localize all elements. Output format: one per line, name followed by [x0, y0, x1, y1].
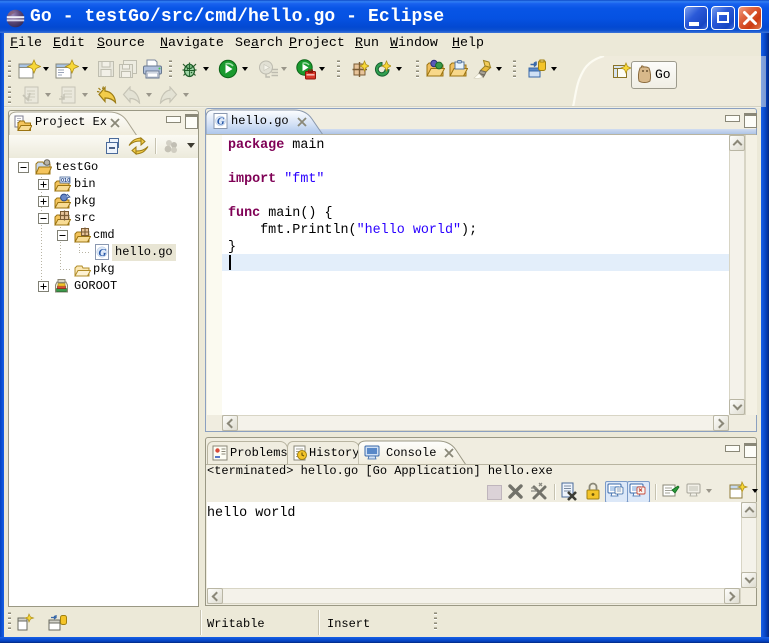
svg-text:010: 010: [61, 178, 70, 184]
svg-text:G: G: [217, 117, 225, 128]
svg-text:G: G: [99, 247, 107, 259]
